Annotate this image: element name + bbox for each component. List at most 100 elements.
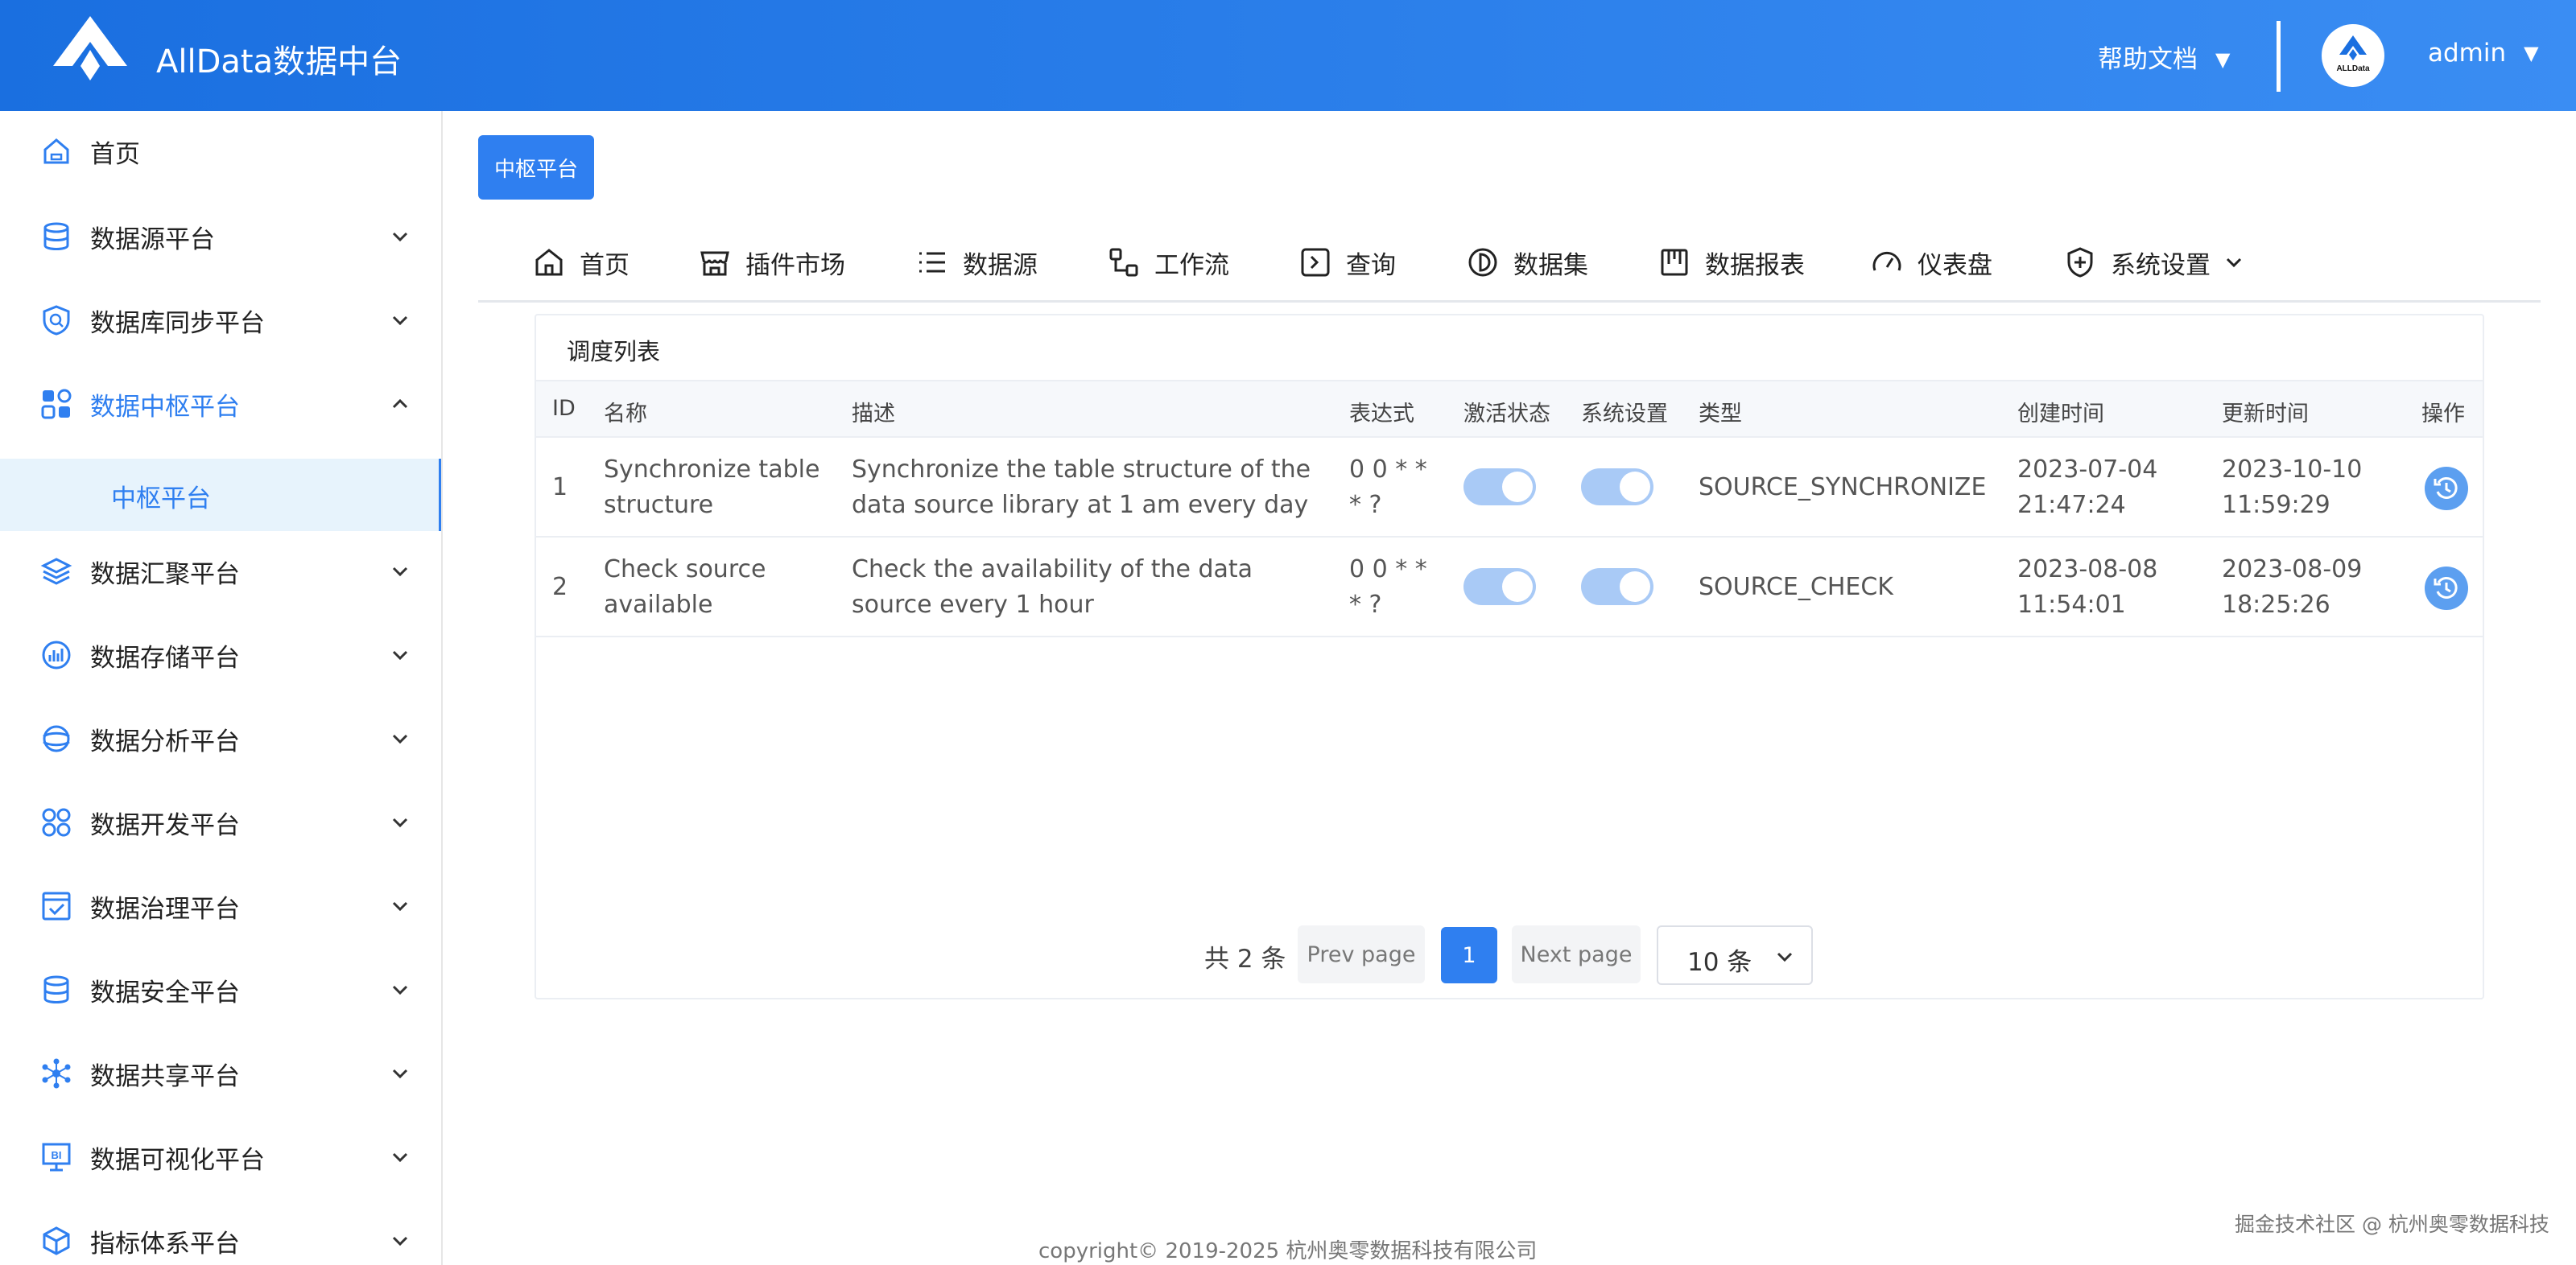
governance-check-icon	[42, 892, 71, 921]
column-header: 表达式	[1349, 402, 1414, 426]
chevron-down-icon	[392, 232, 408, 242]
username-label: admin	[2428, 39, 2507, 68]
sidebar-item-label: 数据汇聚平台	[90, 559, 240, 589]
cell-id: 2	[552, 573, 568, 601]
sidebar-item-label: 数据可视化平台	[90, 1145, 265, 1175]
table-header: ID 名称 描述 表达式 激活状态 系统设置 类型 创建时间 更新时间 操作	[536, 380, 2483, 438]
nav-label: 查询	[1346, 250, 1396, 280]
alldata-avatar-icon: ALLData	[2336, 35, 2370, 73]
sidebar-item-data-storage[interactable]: 数据存储平台	[0, 615, 441, 695]
sidebar-item-data-gather[interactable]: 数据汇聚平台	[0, 531, 441, 612]
column-header: 更新时间	[2222, 402, 2309, 426]
system-setting-toggle[interactable]	[1581, 568, 1653, 605]
metrics-box-icon	[43, 1226, 70, 1255]
prev-page-button[interactable]: Prev page	[1298, 925, 1425, 983]
chevron-down-icon	[392, 567, 408, 577]
nav-label: 系统设置	[2111, 250, 2211, 280]
cell-updated-time: 2023-10-10 11:59:29	[2222, 455, 2363, 519]
bi-screen-icon: BI	[42, 1143, 71, 1172]
active-status-toggle[interactable]	[1463, 468, 1536, 505]
analysis-icon	[43, 725, 70, 752]
footer-copyright: copyright© 2019-2025 杭州奥零数据科技有限公司	[1038, 1239, 1538, 1263]
avatar[interactable]: ALLData	[2322, 24, 2384, 87]
home-icon	[535, 249, 563, 276]
cell-description: Check the availability of the data sourc…	[852, 555, 1253, 619]
sidebar-item-metrics[interactable]: 指标体系平台	[0, 1201, 441, 1265]
workflow-icon	[1109, 248, 1138, 277]
column-header: 名称	[604, 402, 647, 426]
active-status-toggle[interactable]	[1463, 568, 1536, 605]
column-header: 创建时间	[2017, 402, 2104, 426]
breadcrumb-tag[interactable]: 中枢平台	[478, 135, 594, 200]
sidebar-item-db-sync[interactable]: 数据库同步平台	[0, 280, 441, 361]
security-db-icon	[43, 975, 69, 1003]
system-setting-toggle[interactable]	[1581, 468, 1653, 505]
nav-label: 工作流	[1154, 250, 1229, 280]
nav-workflow[interactable]: 工作流	[1108, 238, 1229, 286]
history-button[interactable]	[2425, 567, 2468, 610]
storage-chart-icon	[42, 641, 71, 670]
avatar-text: ALLData	[2336, 64, 2370, 73]
shield-plus-icon	[2067, 247, 2093, 278]
history-icon	[2434, 476, 2458, 499]
schedule-list-card: 调度列表 ID 名称 描述 表达式 激活状态 系统设置 类型 创建时间 更新时间…	[535, 314, 2484, 999]
sidebar-item-data-security[interactable]: 数据安全平台	[0, 950, 441, 1030]
chevron-down-icon	[392, 734, 408, 744]
nav-label: 数据源	[963, 250, 1038, 280]
sidebar-item-home[interactable]: 首页	[0, 111, 441, 192]
chevron-down-icon	[392, 1152, 408, 1163]
nav-home[interactable]: 首页	[533, 238, 630, 286]
cell-updated-time: 2023-08-09 18:25:26	[2222, 555, 2363, 619]
report-icon	[1661, 249, 1688, 276]
sidebar-item-data-governance[interactable]: 数据治理平台	[0, 866, 441, 946]
nav-dataset[interactable]: 数据集	[1467, 238, 1588, 286]
cell-created-time: 2023-07-04 21:47:24	[2017, 455, 2158, 519]
sidebar-item-label: 数据源平台	[90, 225, 215, 254]
help-docs-menu[interactable]: 帮助文档 ▼	[2098, 39, 2230, 75]
sidebar-item-data-analysis[interactable]: 数据分析平台	[0, 698, 441, 779]
nav-label: 插件市场	[745, 250, 845, 280]
sidebar-item-data-visual[interactable]: BI 数据可视化平台	[0, 1117, 441, 1197]
svg-text:BI: BI	[52, 1149, 62, 1161]
nav-dashboard[interactable]: 仪表盘	[1871, 238, 1992, 286]
help-docs-label: 帮助文档	[2098, 45, 2198, 74]
nav-datasource[interactable]: 数据源	[916, 238, 1038, 286]
layers-icon	[40, 558, 72, 585]
dev-circles-icon	[42, 808, 71, 837]
terminal-icon	[1301, 248, 1330, 277]
chevron-up-icon	[392, 398, 408, 409]
sidebar-item-label: 数据中枢平台	[90, 392, 240, 422]
sidebar-item-datasource[interactable]: 数据源平台	[0, 196, 441, 277]
nav-query[interactable]: 查询	[1299, 238, 1396, 286]
next-page-button[interactable]: Next page	[1512, 925, 1641, 983]
column-header: 系统设置	[1581, 402, 1668, 426]
column-header: 类型	[1699, 402, 1742, 426]
history-button[interactable]	[2425, 467, 2468, 510]
nav-label: 仪表盘	[1918, 250, 1992, 280]
nav-plugin-market[interactable]: 插件市场	[699, 238, 845, 286]
nav-label: 首页	[580, 250, 630, 280]
sidebar-subitem-hub-platform[interactable]: 中枢平台	[0, 459, 441, 531]
cell-expression: 0 0 * * * ?	[1349, 555, 1427, 619]
alldata-logo-icon[interactable]	[52, 14, 129, 82]
cell-type: SOURCE_CHECK	[1699, 573, 1893, 601]
sidebar-item-label: 数据治理平台	[90, 894, 240, 924]
sidebar-item-label: 数据开发平台	[90, 810, 240, 840]
card-title: 调度列表	[567, 338, 661, 365]
sidebar: 首页 数据源平台 数据库同步平台 数据中枢平台 中枢平台 数据汇聚平台 数据存储…	[0, 111, 443, 1265]
table-row: 2 Check source available Check the avail…	[536, 538, 2483, 637]
page-size-select[interactable]: 10 条	[1657, 925, 1813, 985]
cell-name: Synchronize table structure	[604, 455, 820, 519]
sync-shield-icon	[43, 305, 70, 336]
nav-report[interactable]: 数据报表	[1658, 238, 1805, 286]
store-icon	[700, 251, 729, 276]
page-number-current[interactable]: 1	[1441, 927, 1497, 983]
sidebar-item-data-dev[interactable]: 数据开发平台	[0, 782, 441, 863]
chevron-down-icon	[392, 901, 408, 912]
nav-system-settings[interactable]: 系统设置	[2064, 238, 2243, 286]
sidebar-item-data-share[interactable]: 数据共享平台	[0, 1033, 441, 1114]
chevron-down-icon	[392, 315, 408, 326]
user-menu[interactable]: admin ▼	[2428, 39, 2539, 68]
column-header: 描述	[852, 402, 895, 426]
sidebar-item-data-hub[interactable]: 数据中枢平台	[0, 364, 441, 444]
